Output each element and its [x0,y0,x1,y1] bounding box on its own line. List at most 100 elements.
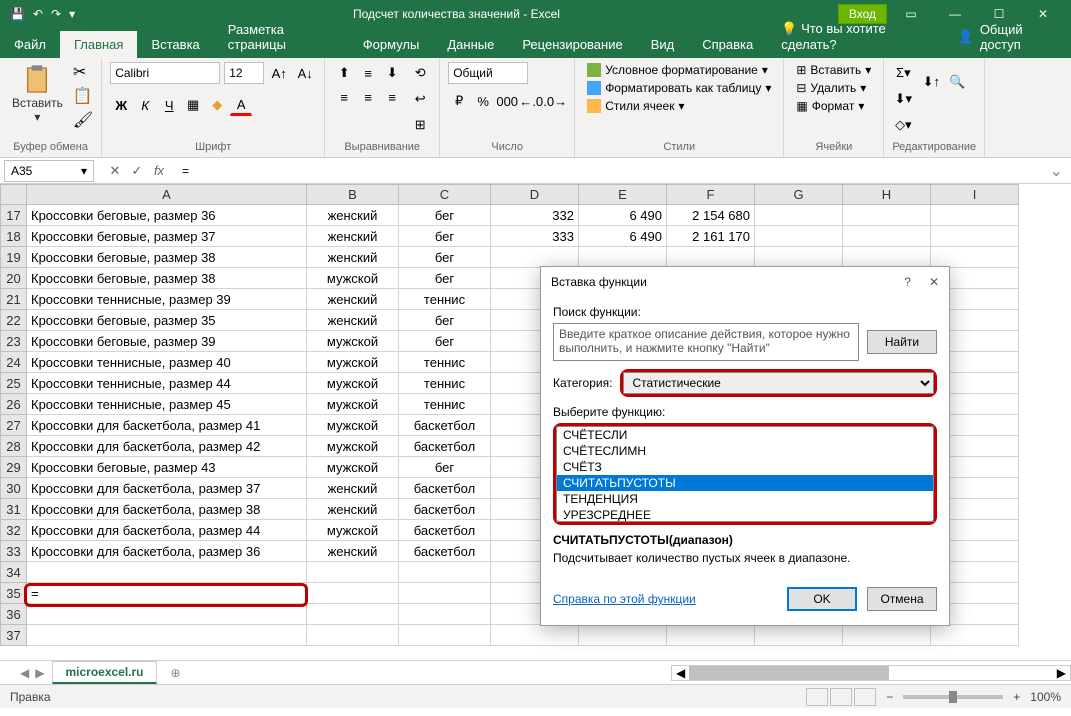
col-header[interactable]: B [307,185,399,205]
insert-cells-button[interactable]: ⊞ Вставить▾ [792,62,875,78]
format-painter-icon[interactable]: 🖌 [73,110,93,130]
table-row[interactable]: 37 [1,625,1019,646]
undo-icon[interactable]: ↶ [33,7,43,21]
number-format-select[interactable] [448,62,528,84]
fill-color-icon[interactable]: ◆ [206,94,228,116]
pagelayout-view-icon[interactable] [830,688,852,706]
table-row[interactable]: 19Кроссовки беговые, размер 38женскийбег [1,247,1019,268]
search-input[interactable]: Введите краткое описание действия, котор… [553,323,859,361]
tab-insert[interactable]: Вставка [137,31,213,58]
align-top-icon[interactable]: ⬆ [333,62,355,84]
save-icon[interactable]: 💾 [10,7,25,21]
tab-view[interactable]: Вид [637,31,689,58]
tab-file[interactable]: Файл [0,31,60,58]
col-header[interactable]: I [931,185,1019,205]
format-as-table-button[interactable]: Форматировать как таблицу▾ [583,80,775,96]
row-header[interactable]: 20 [1,268,27,289]
wrap-text-icon[interactable]: ↩ [409,88,431,110]
cell-styles-button[interactable]: Стили ячеек▾ [583,98,775,114]
sort-filter-icon[interactable]: ⬇↑ [920,62,942,102]
increase-decimal-icon[interactable]: ←.0 [520,90,542,112]
find-select-icon[interactable]: 🔍 [946,62,968,102]
merge-icon[interactable]: ⊞ [409,114,431,136]
decrease-decimal-icon[interactable]: .0→ [544,90,566,112]
add-sheet-icon[interactable]: ⊕ [165,666,187,680]
zoom-out-icon[interactable]: − [886,690,893,704]
sheet-nav-prev-icon[interactable]: ◀ [20,666,29,680]
delete-cells-button[interactable]: ⊟ Удалить▾ [792,80,875,96]
format-cells-button[interactable]: ▦ Формат▾ [792,98,875,114]
function-item[interactable]: СЧИТАТЬПУСТОТЫ [557,475,933,491]
comma-icon[interactable]: 000 [496,90,518,112]
row-header[interactable]: 30 [1,478,27,499]
tab-review[interactable]: Рецензирование [508,31,636,58]
sheet-nav-next-icon[interactable]: ▶ [35,666,44,680]
col-header[interactable]: A [27,185,307,205]
font-color-icon[interactable]: A [230,94,252,116]
cut-icon[interactable]: ✂ [73,62,93,82]
italic-button[interactable]: К [134,94,156,116]
col-header[interactable]: D [491,185,579,205]
function-item[interactable]: ТЕНДЕНЦИЯ [557,491,933,507]
currency-icon[interactable]: ₽ [448,90,470,112]
dialog-close-icon[interactable]: ✕ [929,275,939,289]
help-link[interactable]: Справка по этой функции [553,592,696,606]
autosum-icon[interactable]: Σ▾ [892,62,914,84]
col-header[interactable]: G [755,185,843,205]
row-header[interactable]: 22 [1,310,27,331]
clear-icon[interactable]: ◇▾ [892,114,914,136]
increase-font-icon[interactable]: A↑ [268,62,290,84]
tellme[interactable]: 💡 Что вы хотите сделать? [767,15,943,58]
copy-icon[interactable]: 📋 [73,86,93,106]
function-listbox[interactable]: СЧЁТЕСЛИСЧЁТЕСЛИМНСЧЁТЗСЧИТАТЬПУСТОТЫТЕН… [556,426,934,522]
zoom-level[interactable]: 100% [1030,690,1061,704]
dialog-help-icon[interactable]: ? [904,275,911,289]
row-header[interactable]: 26 [1,394,27,415]
row-header[interactable]: 19 [1,247,27,268]
redo-icon[interactable]: ↷ [51,7,61,21]
row-header[interactable]: 33 [1,541,27,562]
tab-data[interactable]: Данные [433,31,508,58]
underline-button[interactable]: Ч [158,94,180,116]
table-row[interactable]: 18Кроссовки беговые, размер 37женскийбег… [1,226,1019,247]
paste-button[interactable]: Вставить▾ [8,62,67,126]
expand-formula-icon[interactable]: ⌄ [1042,161,1071,181]
pagebreak-view-icon[interactable] [854,688,876,706]
zoom-in-icon[interactable]: + [1013,690,1020,704]
enter-formula-icon[interactable]: ✓ [128,163,146,179]
font-size-select[interactable] [224,62,264,84]
tab-formulas[interactable]: Формулы [349,31,434,58]
find-button[interactable]: Найти [867,330,937,354]
formula-input[interactable] [176,160,1042,182]
row-header[interactable]: 23 [1,331,27,352]
horizontal-scrollbar[interactable]: ◀▶ [671,665,1071,681]
align-center-icon[interactable]: ≡ [357,86,379,108]
row-header[interactable]: 32 [1,520,27,541]
zoom-slider[interactable] [903,695,1003,699]
border-icon[interactable]: ▦ [182,94,204,116]
cancel-button[interactable]: Отмена [867,587,937,611]
tab-help[interactable]: Справка [688,31,767,58]
row-header[interactable]: 27 [1,415,27,436]
row-header[interactable]: 34 [1,562,27,583]
normal-view-icon[interactable] [806,688,828,706]
row-header[interactable]: 18 [1,226,27,247]
tab-home[interactable]: Главная [60,31,137,58]
bold-button[interactable]: Ж [110,94,132,116]
ok-button[interactable]: OK [787,587,857,611]
row-header[interactable]: 29 [1,457,27,478]
col-header[interactable]: E [579,185,667,205]
name-box[interactable]: A35▾ [4,160,94,182]
row-header[interactable]: 35 [1,583,27,604]
col-header[interactable]: H [843,185,931,205]
row-header[interactable]: 24 [1,352,27,373]
row-header[interactable]: 17 [1,205,27,226]
row-header[interactable]: 36 [1,604,27,625]
row-header[interactable]: 37 [1,625,27,646]
percent-icon[interactable]: % [472,90,494,112]
col-header[interactable]: C [399,185,491,205]
font-name-select[interactable] [110,62,220,84]
tab-pagelayout[interactable]: Разметка страницы [214,16,349,58]
orientation-icon[interactable]: ⟲ [409,62,431,84]
function-item[interactable]: СЧЁТЗ [557,459,933,475]
